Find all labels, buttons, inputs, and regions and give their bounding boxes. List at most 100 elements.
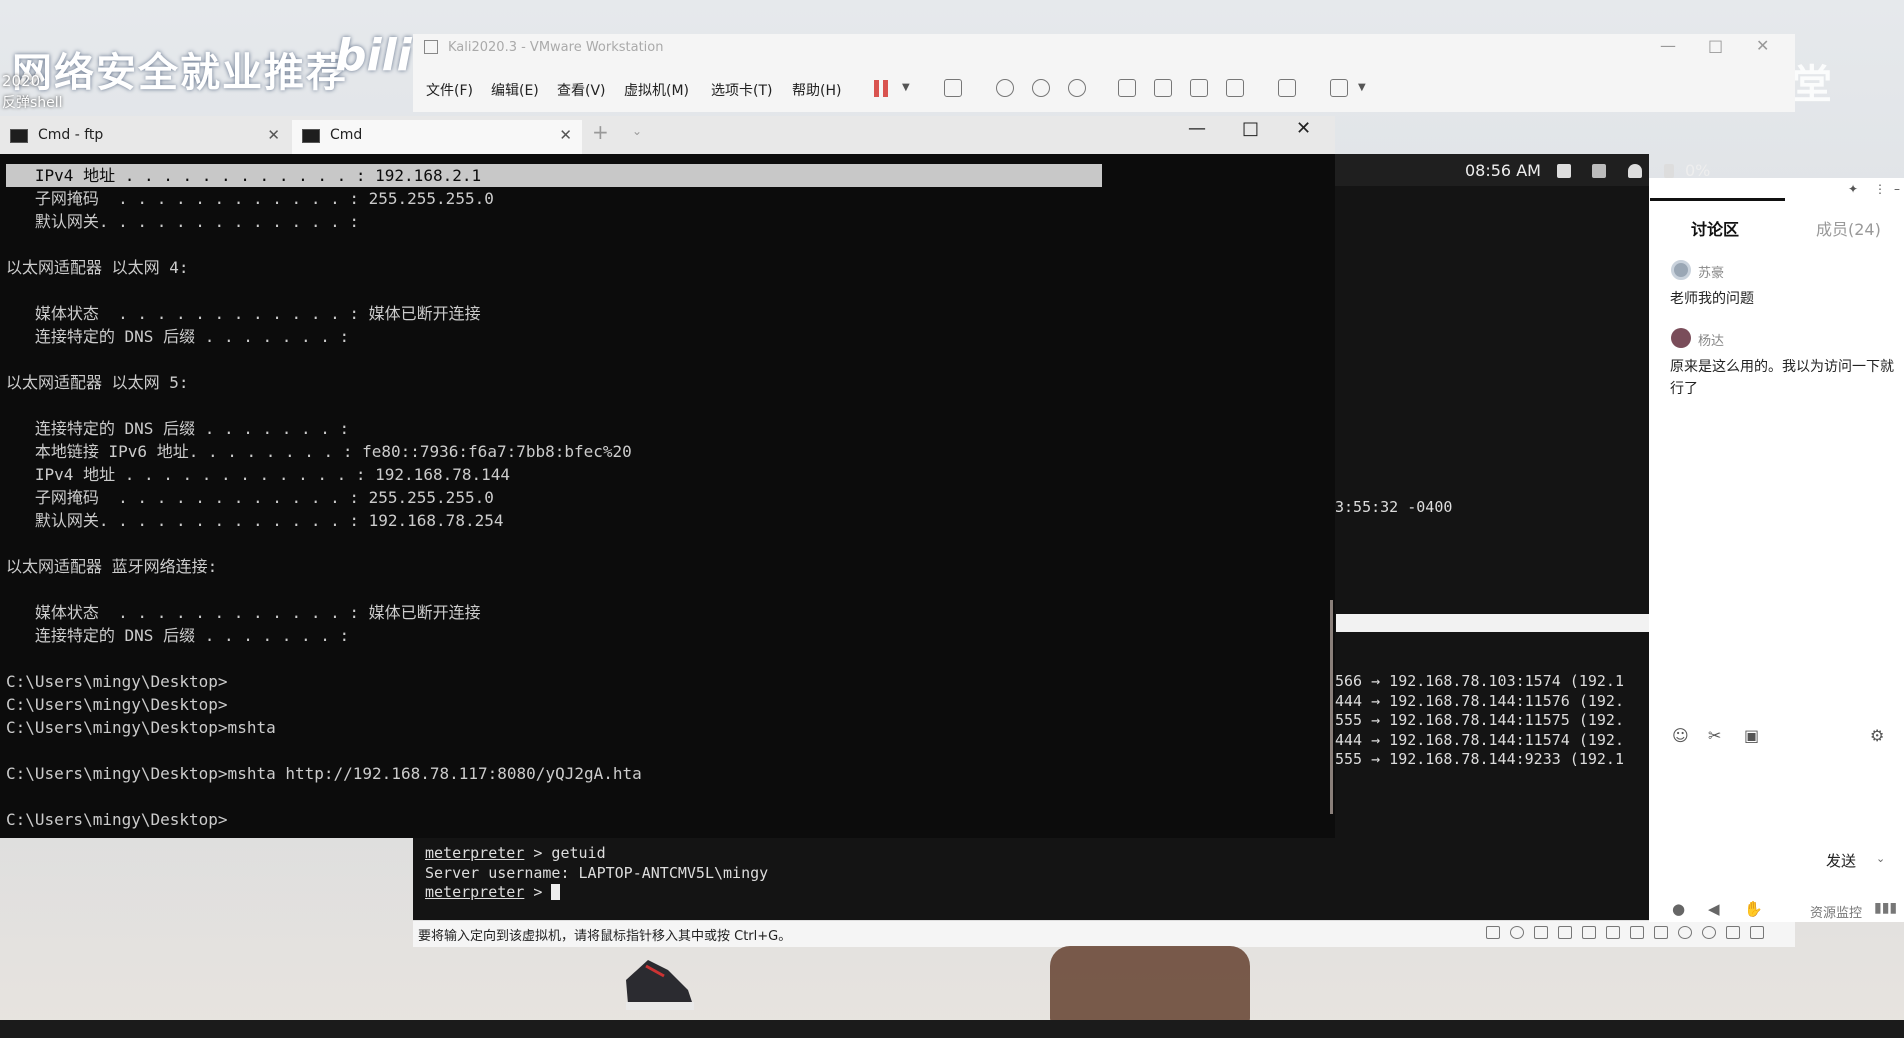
more-icon[interactable]: ⋮ [1874, 182, 1886, 196]
emoji-icon[interactable]: ☺ [1672, 726, 1689, 745]
usb-icon[interactable] [1606, 926, 1620, 939]
cmd-icon [10, 129, 28, 143]
terminal-minimize-icon[interactable]: — [1188, 118, 1206, 139]
console-line: IPv4 地址 . . . . . . . . . . . . : 192.16… [6, 164, 1102, 187]
avatar [1671, 260, 1691, 280]
tab-close-icon[interactable]: ✕ [559, 126, 572, 144]
console-view-icon[interactable] [1278, 79, 1296, 97]
menu-view[interactable]: 查看(V) [557, 80, 606, 100]
kali-terminal[interactable]: 3:55:32 -0400 566 → 192.168.78.103:1574 … [1335, 186, 1649, 838]
menu-vm[interactable]: 虚拟机(M) [624, 80, 689, 100]
bilibili-logo: bili [335, 30, 412, 81]
console-line: 以太网适配器 蓝牙网络连接: [6, 557, 218, 576]
chevron-down-icon[interactable]: ▼ [902, 82, 910, 93]
console-scrollbar[interactable] [1330, 600, 1333, 814]
stretch-icon[interactable] [1330, 79, 1348, 97]
tab-cmd-ftp[interactable]: Cmd - ftp ✕ [0, 120, 290, 154]
kali-connection-line: 444 → 192.168.78.144:11576 (192. [1335, 691, 1624, 710]
chat-message: 老师我的问题 [1670, 291, 1754, 307]
new-tab-icon[interactable]: + [592, 120, 609, 144]
tab-members[interactable]: 成员(24) [1816, 216, 1881, 240]
console-line: 默认网关. . . . . . . . . . . . . : [6, 212, 359, 231]
bottom-border [0, 1020, 1904, 1038]
console-line: C:\Users\mingy\Desktop> [6, 810, 228, 829]
tab-label: Cmd [330, 127, 363, 143]
meterpreter-terminal[interactable]: meterpreter > getuid Server username: LA… [413, 838, 1649, 920]
pin-icon[interactable]: ✦ [1848, 182, 1858, 196]
speaker-icon[interactable]: ◀ [1708, 900, 1720, 918]
tab-discussion[interactable]: 讨论区 [1691, 216, 1739, 240]
console-line: C:\Users\mingy\Desktop>mshta [6, 718, 276, 737]
send-button[interactable]: 发送 [1826, 850, 1856, 871]
cdrom-icon[interactable] [1510, 926, 1524, 939]
terminal-maximize-icon[interactable]: □ [1242, 118, 1259, 139]
send-ctrl-alt-del-icon[interactable] [944, 79, 962, 97]
printer-icon[interactable] [1630, 926, 1644, 939]
send-options-chevron-icon[interactable]: ⌄ [1876, 852, 1885, 865]
meterpreter-command: > getuid [524, 844, 606, 862]
volume-icon[interactable] [1592, 164, 1606, 178]
thumbnail-icon[interactable] [1154, 79, 1172, 97]
terminal-cursor [551, 884, 561, 900]
menu-tabs[interactable]: 选项卡(T) [711, 80, 772, 100]
display-status-icon[interactable] [1654, 926, 1668, 939]
chat-username: 苏豪 [1698, 266, 1725, 281]
console-line: 连接特定的 DNS 后缀 . . . . . . . : [6, 327, 350, 346]
tab-close-icon[interactable]: ✕ [267, 126, 280, 144]
chat-username: 杨达 [1698, 334, 1725, 349]
fullscreen-icon[interactable] [1190, 79, 1208, 97]
network-icon-2[interactable] [1558, 926, 1572, 939]
console-line: C:\Users\mingy\Desktop>mshta http://192.… [6, 764, 642, 783]
network-icon[interactable] [1534, 926, 1548, 939]
chat-tab-indicator [1650, 198, 1785, 201]
kali-connection-lines: 566 → 192.168.78.103:1574 (192.1 444 → 1… [1335, 672, 1624, 770]
menu-help[interactable]: 帮助(H) [792, 80, 841, 100]
snapshot-manager-icon[interactable] [1068, 79, 1086, 97]
vmware-app-icon [424, 40, 438, 54]
collapse-icon[interactable]: – [1894, 182, 1900, 196]
tab-dropdown-icon[interactable]: ⌄ [632, 124, 642, 138]
menu-file[interactable]: 文件(F) [426, 80, 473, 100]
console-line: 媒体状态 . . . . . . . . . . . . : 媒体已断开连接 [6, 304, 481, 323]
pause-icon[interactable] [874, 80, 879, 97]
chevron-down-icon-2[interactable]: ▼ [1358, 82, 1366, 93]
device-icon[interactable] [1678, 926, 1692, 939]
kali-connection-line: 555 → 192.168.78.144:11575 (192. [1335, 711, 1624, 729]
minimize-icon[interactable]: — [1660, 36, 1676, 55]
resource-bars-icon: ▮▮▮ [1874, 900, 1898, 916]
handwave-icon[interactable]: ✋ [1744, 900, 1763, 918]
kali-clock: 08:56 AM [1465, 161, 1541, 180]
sneaker-image [626, 960, 694, 1010]
terminal-close-icon[interactable]: ✕ [1296, 118, 1311, 139]
kali-connection-line: 555 → 192.168.78.144:9233 (192.1 [1335, 750, 1624, 768]
message-icon[interactable] [1726, 926, 1740, 939]
device-icon-2[interactable] [1702, 926, 1716, 939]
library-icon[interactable] [1118, 79, 1136, 97]
watermark-title: 网络安全就业推荐 [12, 50, 348, 96]
resource-monitor-label[interactable]: 资源监控 [1810, 902, 1862, 921]
display-icon[interactable] [1557, 164, 1571, 178]
maximize-icon[interactable]: □ [1708, 36, 1723, 55]
notification-icon[interactable] [1628, 164, 1642, 178]
scissors-icon[interactable]: ✂ [1708, 726, 1724, 745]
vmware-status-message: 要将输入定向到该虚拟机，请将鼠标指针移入其中或按 Ctrl+G。 [418, 929, 792, 944]
settings-icon[interactable]: ⚙ [1870, 726, 1886, 745]
snapshot-icon[interactable] [996, 79, 1014, 97]
sound-icon[interactable] [1582, 926, 1596, 939]
menu-edit[interactable]: 编辑(E) [491, 80, 539, 100]
meterpreter-prompt-2: meterpreter [425, 883, 525, 901]
console-line: 子网掩码 . . . . . . . . . . . . : 255.255.2… [6, 488, 494, 507]
resize-icon[interactable] [1750, 926, 1764, 939]
close-icon[interactable]: ✕ [1756, 36, 1769, 55]
microphone-icon[interactable]: ● [1672, 900, 1685, 918]
watermark-year: 2020 [2, 72, 41, 90]
image-icon[interactable]: ▣ [1744, 726, 1760, 745]
tab-cmd[interactable]: Cmd ✕ [292, 120, 582, 154]
console-line: 连接特定的 DNS 后缀 . . . . . . . : [6, 626, 350, 645]
revert-snapshot-icon[interactable] [1032, 79, 1050, 97]
hdd-icon[interactable] [1486, 926, 1500, 939]
cmd-console[interactable]: IPv4 地址 . . . . . . . . . . . . : 192.16… [0, 154, 1335, 838]
unity-icon[interactable] [1226, 79, 1244, 97]
console-line: 媒体状态 . . . . . . . . . . . . : 媒体已断开连接 [6, 603, 481, 622]
kali-highlight-bar [1336, 614, 1649, 632]
